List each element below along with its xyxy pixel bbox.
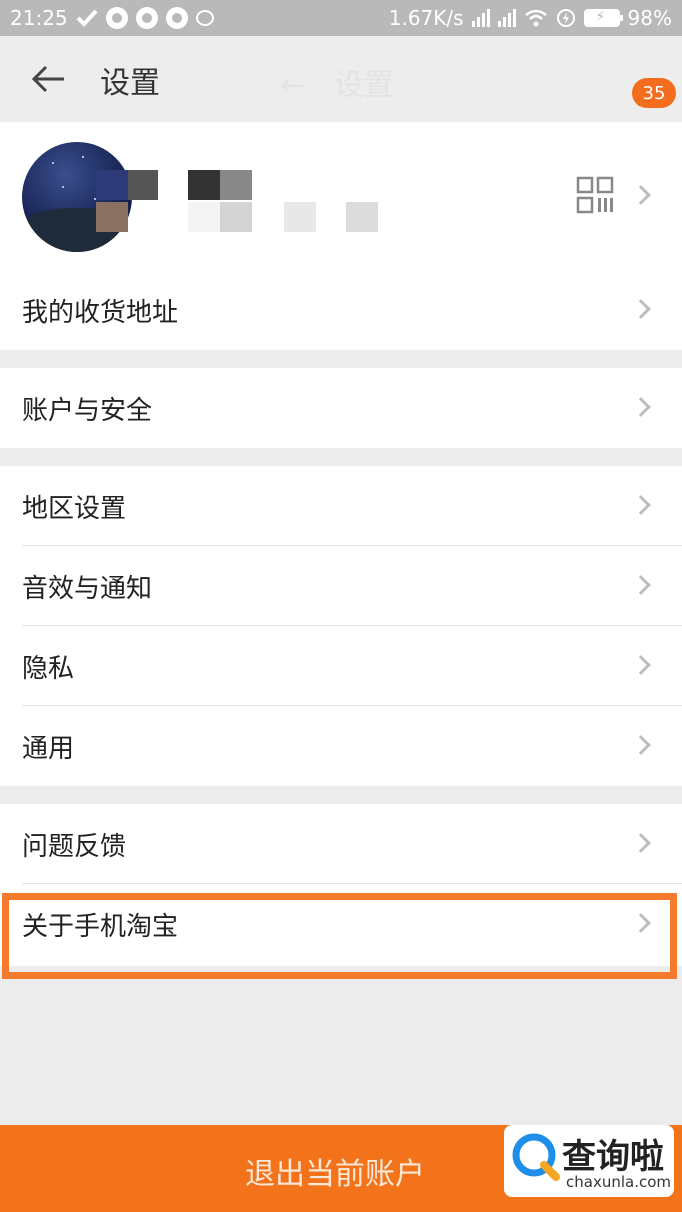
- menu-item-about[interactable]: 关于手机淘宝: [0, 884, 682, 964]
- menu-item-label: 问题反馈: [22, 832, 127, 862]
- menu-item-account-security[interactable]: 账户与安全: [0, 368, 682, 448]
- check-icon: [76, 9, 98, 27]
- logout-label: 退出当前账户: [245, 1157, 425, 1192]
- pixelated-username: [220, 202, 252, 232]
- network-speed: 1.67K/s: [388, 6, 464, 30]
- pixelated-username: [188, 170, 220, 200]
- profile-card[interactable]: [0, 122, 682, 270]
- watermark-logo: 查询啦 chaxunla.com: [504, 1125, 674, 1197]
- search-logo-icon: [510, 1131, 562, 1183]
- menu-item-label: 通用: [22, 734, 75, 764]
- battery-percent: 98%: [627, 6, 672, 30]
- menu-item-label: 音效与通知: [22, 574, 153, 604]
- chevron-right-icon: [631, 299, 651, 319]
- message-icon: [195, 10, 214, 26]
- ghost-title-text: 设置: [333, 68, 394, 103]
- chevron-right-icon: [631, 655, 651, 675]
- chevron-right-icon: [631, 735, 651, 755]
- pixelated-username: [220, 170, 252, 200]
- chevron-right-icon: [631, 185, 651, 205]
- chevron-right-icon: [631, 397, 651, 417]
- pixelated-username: [346, 202, 378, 232]
- menu-item-label: 隐私: [22, 654, 75, 684]
- qq-notification-icon: [135, 7, 158, 29]
- pixelated-username: [284, 202, 316, 232]
- chevron-right-icon: [631, 833, 651, 853]
- back-arrow-icon[interactable]: [30, 63, 66, 95]
- menu-item-label: 地区设置: [22, 494, 127, 524]
- menu-item-region[interactable]: 地区设置: [0, 466, 682, 546]
- pixelated-username: [188, 202, 220, 232]
- menu-item-privacy[interactable]: 隐私: [0, 626, 682, 706]
- chevron-right-icon: [631, 913, 651, 933]
- menu-item-sound-notification[interactable]: 音效与通知: [0, 546, 682, 626]
- menu-group-address: 我的收货地址: [0, 270, 682, 350]
- chevron-right-icon: [631, 495, 651, 515]
- app-header: 设置 ← 设置 35: [0, 36, 682, 122]
- chevron-right-icon: [631, 575, 651, 595]
- menu-item-feedback[interactable]: 问题反馈: [0, 804, 682, 884]
- menu-group-settings: 地区设置 音效与通知 隐私 通用: [0, 466, 682, 786]
- menu-group-account: 账户与安全: [0, 368, 682, 448]
- qr-code-icon[interactable]: [576, 176, 616, 216]
- ghost-title: ← 设置: [280, 60, 394, 104]
- menu-group-support: 问题反馈 关于手机淘宝: [0, 804, 682, 966]
- menu-item-label: 账户与安全: [22, 396, 153, 426]
- pixelated-username: [96, 170, 128, 200]
- status-bar: 21:25 1.67K/s ⚡ 98%: [0, 0, 682, 36]
- menu-item-general[interactable]: 通用: [0, 706, 682, 786]
- watermark-subtitle: chaxunla.com: [566, 1173, 671, 1191]
- battery-icon: ⚡: [583, 9, 623, 27]
- watermark-title: 查询啦: [562, 1137, 664, 1177]
- notification-badge: 35: [632, 78, 676, 108]
- status-time: 21:25: [10, 6, 68, 30]
- signal-hd-icon: [471, 9, 490, 27]
- qq-notification-icon: [105, 7, 128, 29]
- pixelated-username: [128, 170, 158, 200]
- signal-icon: [497, 9, 516, 27]
- menu-item-address[interactable]: 我的收货地址: [0, 270, 682, 350]
- qq-notification-icon: [165, 7, 188, 29]
- status-left: 21:25: [10, 6, 214, 30]
- wifi-icon: [524, 9, 548, 27]
- ghost-back-arrow-icon: ←: [280, 68, 306, 103]
- page-title: 设置: [100, 66, 160, 101]
- status-right: 1.67K/s ⚡ 98%: [389, 6, 672, 30]
- pixelated-username: [96, 202, 128, 232]
- menu-item-label: 关于手机淘宝: [22, 912, 179, 942]
- menu-item-label: 我的收货地址: [22, 298, 179, 328]
- charging-icon: [556, 8, 576, 28]
